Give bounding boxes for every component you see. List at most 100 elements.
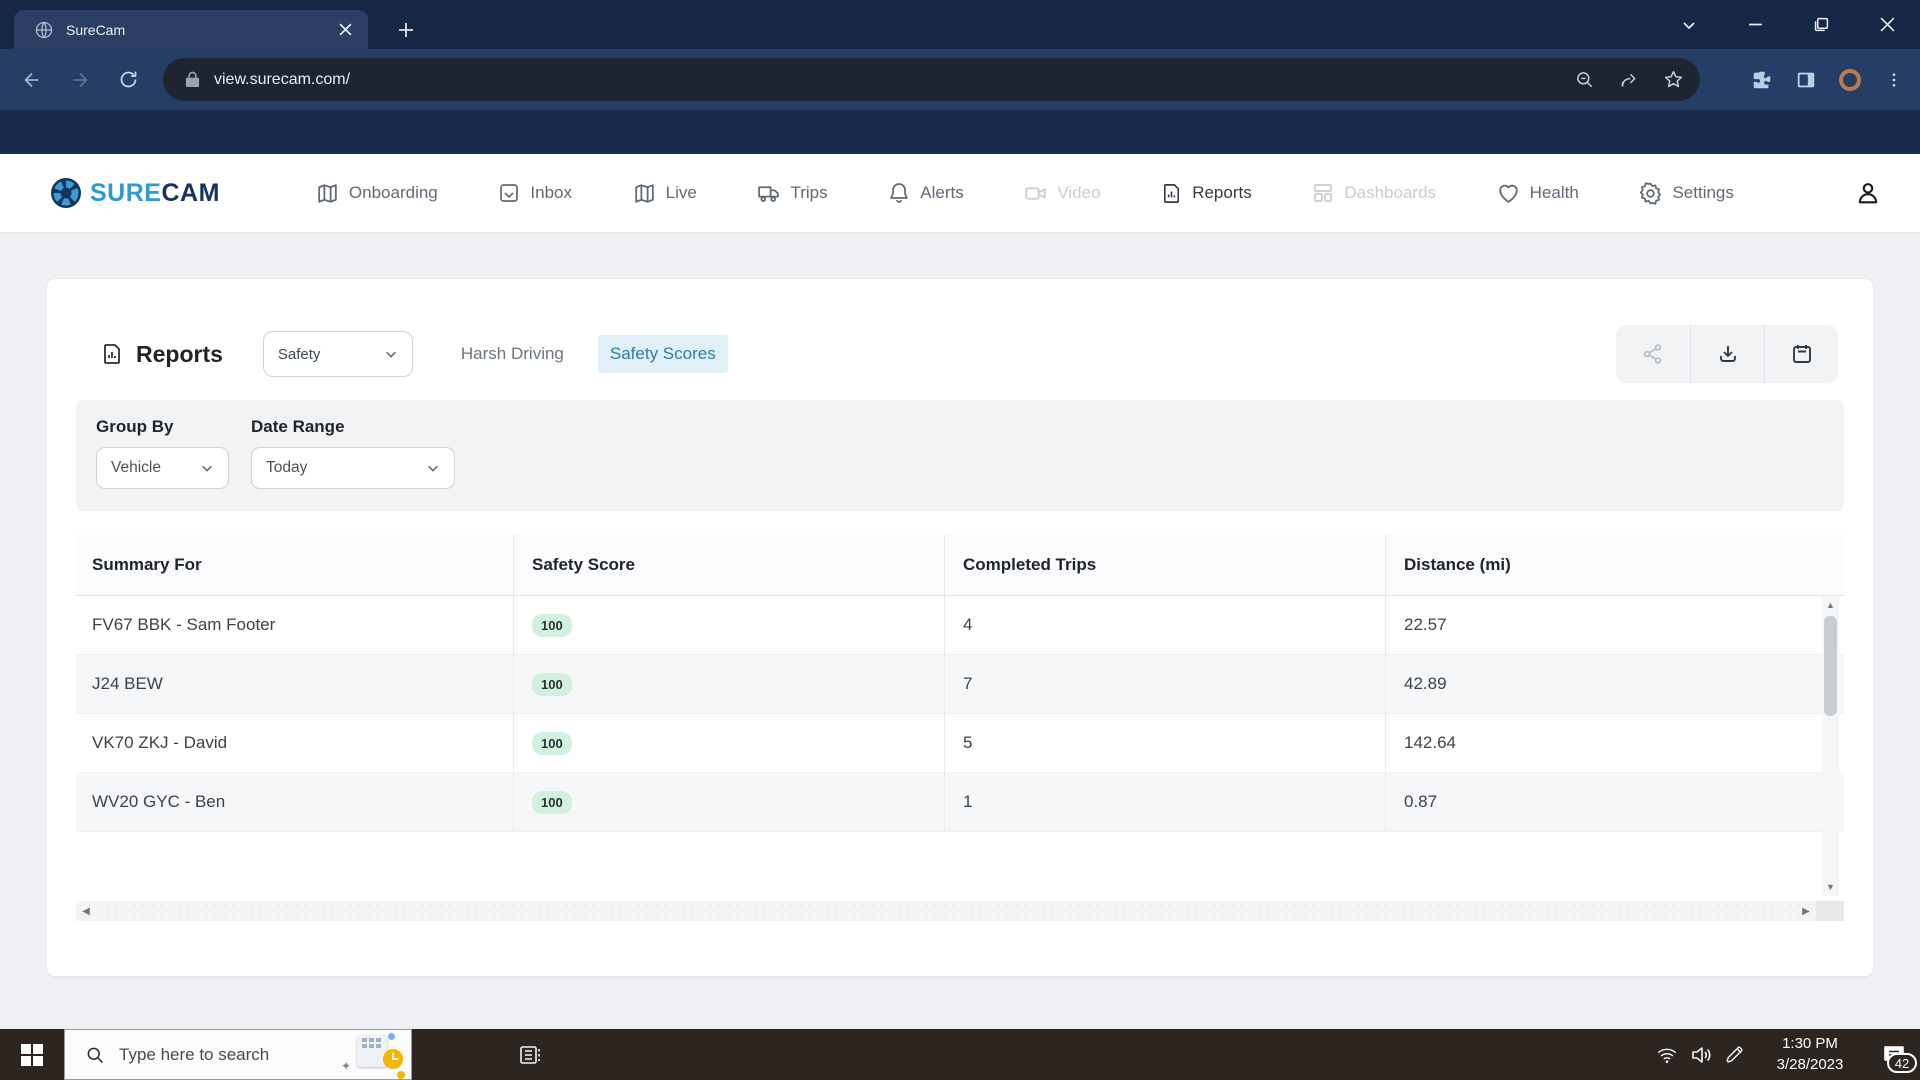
nav-item-inbox[interactable]: Inbox — [497, 181, 572, 205]
nav-items: Onboarding Inbox Live Trips Alerts Video — [315, 181, 1734, 206]
map-icon — [315, 181, 340, 206]
nav-item-alerts[interactable]: Alerts — [887, 181, 964, 205]
page-title: Reports — [136, 340, 223, 367]
table-row[interactable]: J24 BEW 100 7 42.89 — [76, 655, 1844, 714]
vertical-scrollbar[interactable]: ▲ ▼ — [1822, 596, 1839, 896]
nav-item-dashboards[interactable]: Dashboards — [1311, 181, 1436, 205]
minimize-button[interactable] — [1722, 0, 1788, 49]
close-window-button[interactable] — [1854, 0, 1920, 49]
maximize-button[interactable] — [1788, 0, 1854, 49]
horizontal-scrollbar[interactable]: ◀ ▶ — [76, 901, 1816, 921]
zoom-icon[interactable] — [1568, 63, 1602, 97]
profile-avatar[interactable] — [1832, 62, 1868, 98]
nav-item-health[interactable]: Health — [1496, 181, 1579, 206]
scroll-down-icon[interactable]: ▼ — [1822, 878, 1839, 896]
page-background: Reports Safety Harsh Driving Safety Scor… — [0, 233, 1920, 1029]
nav-item-reports[interactable]: Reports — [1160, 182, 1252, 205]
date-range-select[interactable]: Today — [251, 447, 455, 489]
scrollbar-corner — [1816, 901, 1844, 921]
taskbar-search[interactable]: Type here to search ✦ — [64, 1029, 412, 1080]
table-row[interactable]: VK70 ZKJ - David 100 5 142.64 — [76, 714, 1844, 773]
wifi-icon[interactable] — [1650, 1029, 1684, 1080]
search-icon — [85, 1045, 105, 1065]
table-header-row: Summary For Safety Score Completed Trips… — [76, 535, 1844, 596]
reload-button[interactable] — [110, 62, 146, 98]
system-tray: 1:30 PM 3/28/2023 42 — [1650, 1029, 1920, 1080]
user-profile-icon[interactable] — [1854, 179, 1882, 207]
nav-item-onboarding[interactable]: Onboarding — [315, 181, 438, 206]
forward-button[interactable] — [62, 62, 98, 98]
group-by-value: Vehicle — [111, 459, 161, 476]
clock-time: 1:30 PM — [1782, 1035, 1838, 1053]
table-row[interactable]: FV67 BBK - Sam Footer 100 4 22.57 — [76, 596, 1844, 655]
page-header-band — [0, 110, 1920, 154]
tab-close-icon[interactable] — [332, 17, 358, 43]
volume-icon[interactable] — [1684, 1029, 1718, 1080]
globe-favicon-icon — [34, 20, 54, 40]
tab-safety-scores[interactable]: Safety Scores — [597, 335, 728, 373]
report-document-icon — [1160, 182, 1183, 205]
share-page-icon[interactable] — [1612, 63, 1646, 97]
heart-icon — [1496, 181, 1521, 206]
task-view-icon[interactable] — [517, 1042, 543, 1068]
date-range-label: Date Range — [251, 417, 345, 436]
gear-icon — [1638, 181, 1663, 206]
scroll-right-icon[interactable]: ▶ — [1796, 901, 1816, 921]
safety-score-badge: 100 — [532, 731, 572, 755]
scroll-up-icon[interactable]: ▲ — [1822, 596, 1839, 614]
menu-dots-icon[interactable] — [1876, 62, 1912, 98]
nav-item-trips[interactable]: Trips — [756, 181, 828, 206]
inbox-icon — [497, 181, 521, 205]
window-controls — [1656, 0, 1920, 49]
notification-center-icon[interactable]: 42 — [1868, 1029, 1920, 1080]
search-highlight-calendar-icon[interactable]: ✦ — [341, 1032, 405, 1079]
bookmark-star-icon[interactable] — [1656, 63, 1690, 97]
browser-tab[interactable]: SureCam — [14, 10, 368, 49]
surecam-logo[interactable]: SURECAM — [50, 177, 220, 209]
chevron-down-icon — [200, 461, 214, 475]
brand-text: SURECAM — [90, 178, 220, 207]
share-button[interactable] — [1616, 325, 1690, 383]
date-range-value: Today — [266, 459, 308, 476]
dashboard-grid-icon — [1311, 181, 1335, 205]
vertical-scroll-thumb[interactable] — [1824, 616, 1837, 716]
extensions-puzzle-icon[interactable] — [1744, 62, 1780, 98]
download-button[interactable] — [1690, 325, 1764, 383]
nav-item-live[interactable]: Live — [632, 181, 697, 206]
column-header: Safety Score — [513, 535, 944, 595]
taskbar-clock[interactable]: 1:30 PM 3/28/2023 — [1758, 1034, 1862, 1075]
date-range-filter: Date Range Today — [251, 417, 455, 489]
table-row[interactable]: WV20 GYC - Ben 100 1 0.87 — [76, 773, 1844, 832]
back-button[interactable] — [14, 62, 50, 98]
start-button[interactable] — [0, 1029, 64, 1080]
nav-item-video[interactable]: Video — [1023, 181, 1101, 206]
search-placeholder: Type here to search — [119, 1044, 270, 1064]
side-panel-icon[interactable] — [1788, 62, 1824, 98]
pen-icon[interactable] — [1718, 1029, 1752, 1080]
report-header: Reports Safety Harsh Driving Safety Scor… — [100, 323, 1838, 385]
tab-title: SureCam — [66, 21, 126, 38]
safety-score-badge: 100 — [532, 672, 572, 696]
group-by-select[interactable]: Vehicle — [96, 447, 229, 489]
column-header: Completed Trips — [944, 535, 1385, 595]
new-tab-button[interactable] — [392, 16, 420, 44]
scroll-left-icon[interactable]: ◀ — [76, 901, 96, 921]
nav-item-settings[interactable]: Settings — [1638, 181, 1734, 206]
bell-icon — [887, 181, 911, 205]
address-bar[interactable]: view.surecam.com/ — [163, 58, 1700, 101]
tab-search-chevron-icon[interactable] — [1656, 0, 1722, 49]
clock-date: 3/28/2023 — [1776, 1055, 1844, 1073]
column-header: Distance (mi) — [1385, 535, 1844, 595]
filter-bar: Group By Vehicle Date Range Today — [76, 400, 1844, 511]
column-header: Summary For — [92, 555, 202, 574]
report-type-select[interactable]: Safety — [262, 331, 413, 377]
report-type-value: Safety — [277, 345, 321, 363]
toolbar-right — [1744, 49, 1912, 110]
surecam-logo-icon — [51, 178, 81, 208]
notification-count-badge: 42 — [1887, 1053, 1917, 1073]
safety-score-badge: 100 — [532, 790, 572, 814]
tab-harsh-driving[interactable]: Harsh Driving — [449, 335, 576, 373]
lock-icon — [185, 71, 200, 88]
chevron-down-icon — [384, 347, 398, 361]
calendar-button[interactable] — [1764, 325, 1838, 383]
